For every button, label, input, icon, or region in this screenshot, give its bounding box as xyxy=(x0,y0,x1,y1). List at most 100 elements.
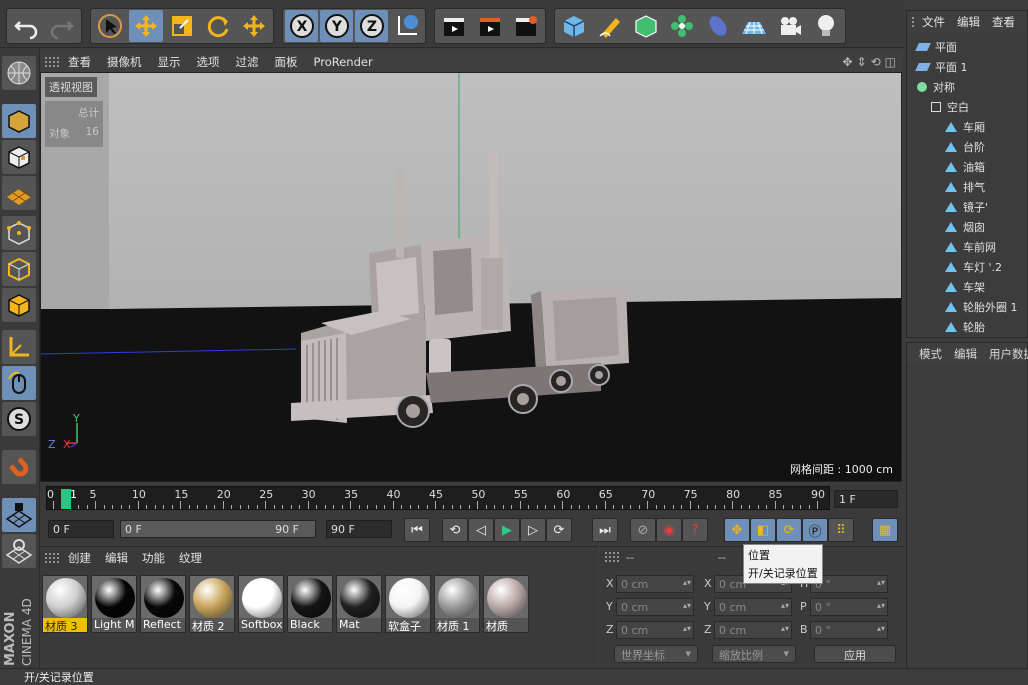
autokey-button[interactable]: ◉ xyxy=(656,518,682,542)
light-button[interactable] xyxy=(809,10,843,42)
material-swatch[interactable]: Softbox xyxy=(238,575,284,633)
object-tree-item[interactable]: 车前网 xyxy=(907,237,1028,257)
material-menu-function[interactable]: 功能 xyxy=(142,550,165,566)
material-menu-edit[interactable]: 编辑 xyxy=(105,550,128,566)
polygons-mode-button[interactable] xyxy=(2,288,36,322)
undo-button[interactable] xyxy=(9,10,43,42)
object-tree-item[interactable]: 对称 xyxy=(907,77,1028,97)
object-tree-item[interactable]: 烟囱 xyxy=(907,217,1028,237)
z-axis-lock-button[interactable]: Z xyxy=(355,10,388,42)
object-tree-item[interactable]: 空白 xyxy=(907,97,1028,117)
go-to-end-button[interactable]: ⏭ xyxy=(592,518,618,542)
object-tree-item[interactable]: 油箱 xyxy=(907,157,1028,177)
points-mode-button[interactable] xyxy=(2,216,36,250)
record-keys-button[interactable]: ⊘ xyxy=(630,518,656,542)
object-tree-item[interactable]: 平面 xyxy=(907,37,1028,57)
coordinate-system-button[interactable] xyxy=(390,10,423,42)
orbit-icon[interactable]: ⟲ xyxy=(871,55,881,69)
pen-button[interactable] xyxy=(593,10,627,42)
attribute-menu-userdata[interactable]: 用户数据 xyxy=(989,346,1028,362)
coordinate-value-field[interactable]: 0 cm ▴▾ xyxy=(616,598,694,616)
timeline-ruler[interactable]: 5 10 15 20 25 30 35 40 45 50 55 60 65 70 75 80 85 90 0 1 xyxy=(46,486,830,510)
enable-workplane-button[interactable] xyxy=(2,498,36,532)
world-coordinates-select[interactable]: 世界坐标 ▾ xyxy=(614,645,698,663)
perspective-viewport[interactable]: Y Z X 透视视图 总计 对象 16 网格间距 : 1000 cm xyxy=(40,72,902,482)
object-tree-item[interactable]: 镜子' xyxy=(907,197,1028,217)
menu-prorender[interactable]: ProRender xyxy=(314,55,373,69)
object-tree-item[interactable]: 车灯 '.2 xyxy=(907,257,1028,277)
edges-mode-button[interactable] xyxy=(2,252,36,286)
material-swatch[interactable]: 材质 2 xyxy=(189,575,235,633)
apply-button[interactable]: 应用 xyxy=(814,645,896,663)
coordinate-value-field[interactable]: 0 ° ▴▾ xyxy=(810,621,888,639)
material-swatch[interactable]: Reflect xyxy=(140,575,186,633)
coordinate-value-field[interactable]: 0 cm ▴▾ xyxy=(616,575,694,593)
move-button[interactable] xyxy=(129,10,163,42)
material-menu-create[interactable]: 创建 xyxy=(68,550,91,566)
rotate-button[interactable] xyxy=(201,10,235,42)
object-tree-item[interactable]: 平面 1 xyxy=(907,57,1028,77)
end-frame-field[interactable]: 1 F xyxy=(834,490,898,508)
object-menu-view[interactable]: 查看 xyxy=(992,14,1015,30)
model-mode-button[interactable] xyxy=(2,104,36,138)
cloner-button[interactable] xyxy=(665,10,699,42)
stepper-icon[interactable]: ▴▾ xyxy=(683,624,691,633)
record-rotation-button[interactable]: ⟳ xyxy=(776,518,802,542)
snap-button[interactable] xyxy=(2,450,36,484)
max-frame-field[interactable]: 90 F xyxy=(326,520,392,538)
preview-range-slider[interactable]: 0 F 90 F xyxy=(120,520,316,538)
floor-button[interactable] xyxy=(737,10,771,42)
stepper-icon[interactable]: ▴▾ xyxy=(877,624,885,633)
texture-mode-button[interactable] xyxy=(2,140,36,174)
x-axis-lock-button[interactable]: X xyxy=(285,10,318,42)
panel-grip-icon[interactable] xyxy=(604,551,620,563)
deformer-button[interactable] xyxy=(701,10,735,42)
play-button[interactable]: ▶ xyxy=(494,518,520,542)
menu-filter[interactable]: 过滤 xyxy=(236,54,259,70)
stepper-icon[interactable]: ▴▾ xyxy=(683,601,691,610)
panel-grip-icon[interactable] xyxy=(44,552,60,564)
panel-grip-icon[interactable] xyxy=(911,16,914,28)
camera-button[interactable] xyxy=(773,10,807,42)
object-tree-item[interactable]: 台阶 xyxy=(907,137,1028,157)
subdivision-button[interactable] xyxy=(629,10,663,42)
dolly-icon[interactable]: ⇕ xyxy=(857,55,867,69)
render-settings-button[interactable] xyxy=(509,10,543,42)
material-swatch[interactable]: 软盒子 xyxy=(385,575,431,633)
keyframe-help-button[interactable]: ? xyxy=(682,518,708,542)
object-menu-file[interactable]: 文件 xyxy=(922,14,945,30)
object-menu-edit[interactable]: 编辑 xyxy=(957,14,980,30)
record-point-level-button[interactable]: ⠿ xyxy=(828,518,854,542)
object-tree-item[interactable]: 轮胎外圈 1 xyxy=(907,297,1028,317)
coordinate-value-field[interactable]: 0 cm ▴▾ xyxy=(714,598,792,616)
scale-button[interactable] xyxy=(165,10,199,42)
stepper-icon[interactable]: ▴▾ xyxy=(781,624,789,633)
menu-display[interactable]: 显示 xyxy=(158,54,181,70)
solo-button[interactable]: S xyxy=(2,402,36,436)
cube-button[interactable] xyxy=(557,10,591,42)
record-position-button[interactable]: ✥ xyxy=(724,518,750,542)
menu-panel[interactable]: 面板 xyxy=(275,54,298,70)
render-picture-viewer-button[interactable] xyxy=(473,10,507,42)
record-scale-button[interactable]: ◧ xyxy=(750,518,776,542)
pan-icon[interactable]: ✥ xyxy=(842,55,852,69)
record-parameter-button[interactable]: Ⓟ xyxy=(802,518,828,542)
current-frame-field[interactable]: 0 F xyxy=(48,520,114,538)
panel-grip-icon[interactable] xyxy=(44,56,60,68)
axis-mode-button[interactable] xyxy=(2,330,36,364)
attribute-menu-edit[interactable]: 编辑 xyxy=(954,346,977,362)
material-swatch[interactable]: Black xyxy=(287,575,333,633)
scale-mode-select[interactable]: 缩放比例 ▾ xyxy=(712,645,796,663)
transform-button[interactable] xyxy=(237,10,271,42)
object-tree-item[interactable]: 轮胎 xyxy=(907,317,1028,337)
attribute-menu-mode[interactable]: 模式 xyxy=(919,346,942,362)
material-swatch[interactable]: Light M xyxy=(91,575,137,633)
material-swatch[interactable]: 材质 1 xyxy=(434,575,480,633)
previous-frame-button[interactable]: ◁ xyxy=(468,518,494,542)
viewport-title[interactable]: 透视视图 xyxy=(45,77,97,97)
go-to-start-button[interactable]: ⏮ xyxy=(404,518,430,542)
stepper-icon[interactable]: ▴▾ xyxy=(877,578,885,587)
stepper-icon[interactable]: ▴▾ xyxy=(683,578,691,587)
workplane-button[interactable] xyxy=(2,176,36,210)
object-tree-item[interactable]: 车厢 xyxy=(907,117,1028,137)
